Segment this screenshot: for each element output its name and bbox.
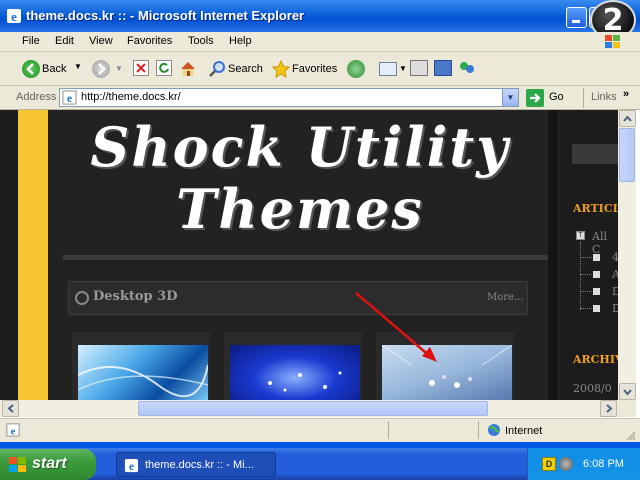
address-dropdown-icon[interactable]: ▼: [502, 89, 518, 106]
window-title: theme.docs.kr :: - Microsoft Internet Ex…: [26, 8, 305, 23]
scroll-up-button[interactable]: [619, 110, 636, 127]
address-separator: [583, 88, 584, 108]
scroll-down-button[interactable]: [619, 383, 636, 400]
menu-file[interactable]: File: [22, 35, 40, 47]
print-icon[interactable]: [410, 60, 428, 76]
page-status-icon: e: [6, 423, 20, 437]
red-arrow-annotation: [355, 292, 437, 362]
header-divider: [63, 255, 548, 260]
menu-help[interactable]: Help: [229, 35, 252, 47]
sidebar-heading-archives: ARCHIVE: [573, 353, 618, 366]
mail-icon[interactable]: [379, 62, 397, 76]
star-icon: [272, 60, 290, 78]
links-chevron-icon[interactable]: »: [623, 88, 629, 100]
messenger-icon[interactable]: [458, 60, 476, 76]
clock[interactable]: 6:08 PM: [583, 458, 624, 470]
ie-logo-icon: e: [7, 9, 21, 24]
yellow-side-stripe: [18, 110, 48, 400]
scroll-thumb[interactable]: [619, 128, 635, 182]
back-dropdown-icon[interactable]: ▼: [74, 62, 82, 71]
theme-thumbnail-2[interactable]: [230, 345, 360, 400]
refresh-icon[interactable]: [156, 60, 172, 76]
archive-item[interactable]: 2008/0: [573, 382, 612, 395]
go-arrow-icon[interactable]: [526, 89, 544, 107]
history-icon[interactable]: [347, 60, 365, 78]
edit-icon[interactable]: [434, 60, 452, 76]
site-logo[interactable]: Shock Utility Themes: [60, 120, 540, 260]
forward-dropdown-icon[interactable]: ▼: [115, 64, 123, 84]
title-bar: e theme.docs.kr :: - Microsoft Internet …: [0, 0, 640, 32]
vertical-scrollbar[interactable]: [618, 110, 636, 400]
task-label: theme.docs.kr :: - Mi...: [145, 459, 254, 471]
scroll-left-button[interactable]: [2, 400, 19, 417]
hscroll-thumb[interactable]: [138, 401, 488, 416]
internet-globe-icon: [488, 424, 500, 436]
windows-flag-icon: [605, 35, 633, 49]
system-tray: D 6:08 PM: [527, 448, 640, 480]
tree-root-icon[interactable]: T: [576, 231, 585, 240]
resize-grip-icon[interactable]: [626, 431, 636, 441]
home-icon[interactable]: [179, 60, 197, 78]
status-bar: e Internet: [0, 418, 640, 442]
sidebar-item[interactable]: D: [580, 302, 618, 315]
address-bar: Address e http://theme.docs.kr/ ▼ Go Lin…: [0, 86, 640, 110]
sidebar-search-box[interactable]: [572, 144, 618, 164]
security-zone: Internet: [505, 425, 543, 437]
more-link[interactable]: More...: [487, 292, 524, 303]
taskbar-ie-window[interactable]: e theme.docs.kr :: - Mi...: [116, 452, 276, 477]
tray-network-icon[interactable]: [559, 457, 573, 471]
svg-text:e: e: [129, 461, 134, 473]
scroll-right-button[interactable]: [600, 400, 617, 417]
scroll-corner: [618, 400, 636, 417]
menu-view[interactable]: View: [89, 35, 113, 47]
section-bullet-icon: [75, 291, 89, 305]
horizontal-scrollbar[interactable]: [0, 400, 618, 417]
page-icon: e: [62, 90, 77, 105]
left-margin: [0, 110, 18, 400]
web-page-content: Shock Utility Themes Desktop 3D More... …: [0, 110, 618, 400]
back-arrow-icon: [22, 60, 40, 78]
theme-thumbnail-1[interactable]: [77, 345, 209, 400]
section-title: Desktop 3D: [93, 289, 178, 304]
logo-line-2: Themes: [176, 177, 424, 241]
links-label[interactable]: Links: [591, 91, 617, 103]
section-header: Desktop 3D More...: [68, 281, 528, 315]
address-label: Address: [16, 91, 57, 103]
mail-dropdown-icon[interactable]: ▼: [399, 64, 407, 84]
address-url: http://theme.docs.kr/: [81, 91, 181, 103]
ie-task-icon: e: [124, 458, 139, 473]
logo-line-1: Shock Utility: [90, 115, 510, 179]
column-divider: [548, 110, 558, 400]
sidebar-item[interactable]: A: [580, 268, 618, 281]
back-label: Back: [42, 63, 67, 75]
start-label: start: [32, 455, 67, 472]
toolbar: Back ▼ ▼ Search Favorites ▼: [0, 52, 640, 132]
sidebar-heading-articles: ARTICLE: [573, 202, 618, 215]
svg-text:e: e: [67, 93, 72, 105]
menu-tools[interactable]: Tools: [188, 35, 214, 47]
menu-bar: File Edit View Favorites Tools Help: [0, 32, 640, 52]
svg-text:e: e: [11, 9, 17, 24]
forward-arrow-icon[interactable]: [92, 60, 110, 78]
tray-app-icon[interactable]: D: [542, 457, 556, 471]
windows-logo-icon: [9, 457, 26, 472]
menu-edit[interactable]: Edit: [55, 35, 74, 47]
search-icon: [209, 61, 225, 77]
go-button[interactable]: Go: [549, 91, 564, 103]
stop-icon[interactable]: [133, 60, 149, 76]
menu-favorites[interactable]: Favorites: [127, 35, 172, 47]
search-label: Search: [228, 63, 263, 75]
address-input[interactable]: e http://theme.docs.kr/ ▼: [59, 88, 519, 107]
favorites-label: Favorites: [292, 63, 338, 75]
status-divider: [388, 421, 389, 439]
svg-text:e: e: [11, 426, 16, 437]
status-divider: [478, 421, 479, 439]
sidebar-item[interactable]: 4: [580, 251, 618, 264]
start-button[interactable]: start: [0, 449, 96, 480]
sidebar-item[interactable]: D: [580, 285, 618, 298]
minimize-button[interactable]: [566, 7, 587, 28]
